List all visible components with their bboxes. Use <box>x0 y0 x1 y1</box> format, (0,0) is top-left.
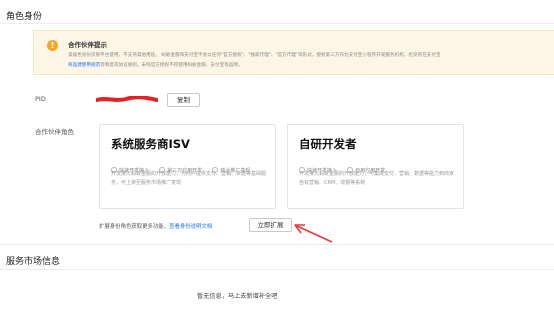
partner-role-label: 合作伙伴角色 <box>35 128 74 136</box>
role-section-title: 角色身份 <box>6 12 43 22</box>
section-divider <box>0 244 554 245</box>
market-section-title: 服务市场信息 <box>6 257 61 267</box>
empty-state-text: 暂无信息，马上去新增补全吧 <box>197 293 278 300</box>
notice-text-2: 商品建使用规范等制度或协议规则，未经官方授权不得使用蚂蚁金服、支付宝等品牌。 <box>68 62 243 68</box>
expand-now-button[interactable]: 立即扩展 <box>249 218 292 232</box>
rules-link[interactable]: 商品建使用规范 <box>68 63 100 68</box>
redacted-pid-scribble <box>96 96 158 102</box>
info-icon: ! <box>47 40 58 51</box>
card-description: 开发接入蚂蚁金服的开放能力，为商户提供支付、营销、数据等基础服务，可上架至服务市… <box>111 171 267 186</box>
section-divider <box>0 23 554 24</box>
card-title: 系统服务商ISV <box>111 137 190 151</box>
card-description: 开发接入蚂蚁金服的开放能力，可集成支付、营销、数据等能力到商家自有营销、CRM、… <box>299 171 455 186</box>
expand-note: 扩展身份角色获取更多功能，查看身份说明文档 <box>99 222 212 230</box>
expand-note-text: 扩展身份角色获取更多功能， <box>99 224 170 230</box>
role-card-isv[interactable]: 系统服务商ISV 快速开发接入 第三方应用开发 商业推广变现 开发接入蚂蚁金服的… <box>99 124 276 209</box>
copy-button[interactable]: 复制 <box>167 93 200 107</box>
annotation-arrow-icon <box>294 224 333 243</box>
notice-title: 合作伙伴提示 <box>68 41 107 49</box>
pid-label: PID <box>35 95 46 103</box>
card-title: 自研开发者 <box>299 137 357 151</box>
role-doc-link[interactable]: 查看身份说明文档 <box>169 224 212 230</box>
notice-text-tail: 等制度或协议规则，未经官方授权不得使用蚂蚁金服、支付宝等品牌。 <box>100 63 243 68</box>
section-divider <box>0 269 554 270</box>
partner-notice: ! 合作伙伴提示 该角色身份仅限平台使用，不支持其他用途。 蚂蚁金服和支付宝不会… <box>33 30 554 75</box>
role-card-self-developer[interactable]: 自研开发者 快速开发接入 自用应用开发 开发接入蚂蚁金服的开放能力，可集成支付、… <box>287 124 464 209</box>
notice-text: 该角色身份仅限平台使用，不支持其他用途。 蚂蚁金服和支付宝不会以任何"官方授权"… <box>68 53 441 58</box>
